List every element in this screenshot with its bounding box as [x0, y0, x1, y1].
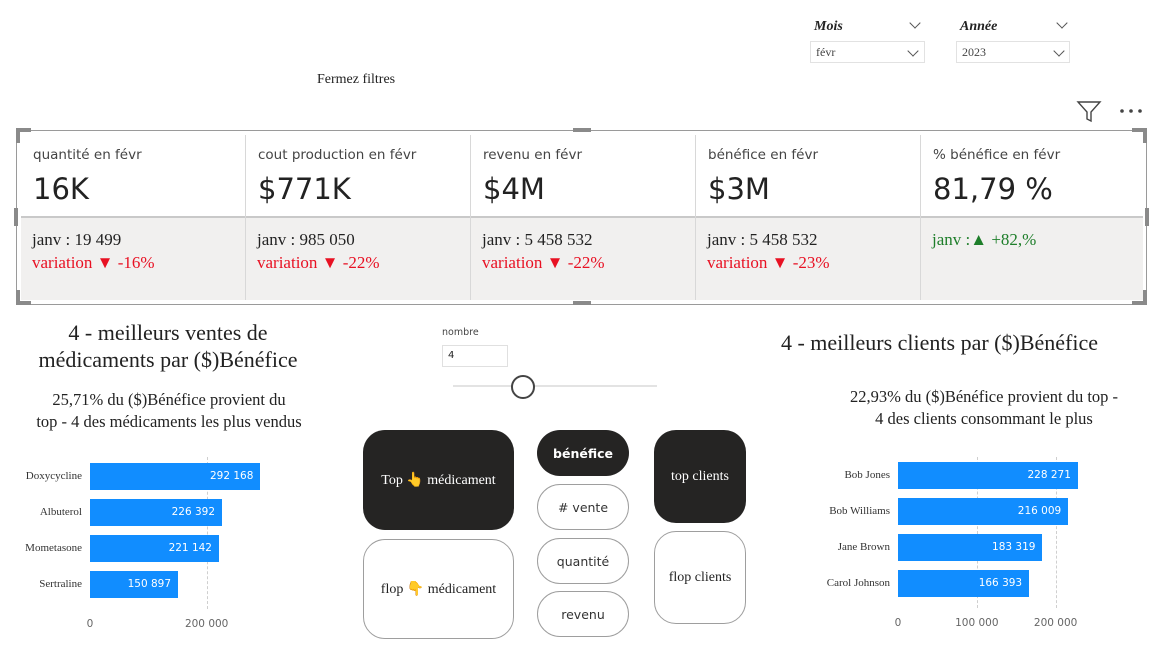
- kpi-label: revenu en févr: [483, 147, 583, 163]
- nombre-slider-track[interactable]: [453, 385, 657, 387]
- kpi-previous-value: janv : 985 050: [257, 230, 355, 249]
- kpi-variation: variation ▼ -22%: [482, 253, 605, 272]
- kpi-card-revenue: revenu en févr $4M janv : 5 458 532 vari…: [471, 135, 696, 300]
- metric-benefice-button[interactable]: bénéfice: [537, 430, 629, 476]
- kpi-previous-value: janv :▲ +82,%: [932, 230, 1037, 249]
- resize-handle[interactable]: [1143, 128, 1147, 143]
- kpi-card-quantity: quantité en févr 16K janv : 19 499 varia…: [21, 135, 246, 300]
- kpi-label: cout production en févr: [258, 147, 417, 163]
- year-dropdown-value: 2023: [962, 45, 986, 59]
- metric-revenu-button[interactable]: revenu: [537, 591, 629, 637]
- top-clients-bar-chart: 0 100 000 200 000 Bob Jones 228 271 Bob Willi…: [790, 455, 1162, 640]
- category-label: Carol Johnson: [826, 577, 890, 589]
- resize-handle[interactable]: [573, 301, 591, 305]
- nombre-input[interactable]: 4: [442, 345, 508, 367]
- kpi-variation: variation ▼ -16%: [32, 253, 155, 272]
- kpi-value: 81,79 %: [933, 172, 1053, 206]
- month-dropdown[interactable]: févr: [810, 41, 925, 63]
- axis-tick-label: 200 000: [1033, 617, 1078, 629]
- axis-tick-label: 200 000: [184, 618, 229, 630]
- right-chart-subtitle: 22,93% du ($)Bénéfice provient du top - …: [800, 386, 1162, 430]
- left-chart-heading: 4 - meilleurs ventes de médicaments par …: [0, 319, 336, 373]
- nombre-label: nombre: [442, 327, 479, 338]
- year-slicer: Année 2023: [956, 14, 1070, 66]
- resize-handle[interactable]: [1143, 290, 1147, 305]
- axis-tick-label: 0: [86, 618, 94, 630]
- kpi-label: quantité en févr: [33, 147, 142, 163]
- chevron-down-icon[interactable]: [1056, 17, 1068, 29]
- right-sub-line1: 22,93% du ($)Bénéfice provient du top -: [849, 387, 1119, 406]
- right-chart-heading: 4 - meilleurs clients par ($)Bénéfice: [780, 330, 1099, 355]
- nombre-input-value: 4: [448, 350, 455, 361]
- left-sub-line2: top - 4 des médicaments les plus vendus: [36, 412, 302, 431]
- metric-quantite-button[interactable]: quantité: [537, 538, 629, 584]
- kpi-label: % bénéfice en févr: [933, 147, 1061, 163]
- kpi-comparison: janv :▲ +82,%: [921, 216, 1143, 300]
- kpi-value: $3M: [708, 172, 770, 206]
- chevron-down-icon[interactable]: [909, 17, 921, 29]
- chevron-down-icon: [907, 45, 919, 57]
- category-label: Sertraline: [39, 578, 82, 590]
- filter-icon[interactable]: [1076, 100, 1102, 124]
- bar-value-label: 226 392: [171, 506, 216, 518]
- category-label: Bob Williams: [829, 505, 890, 517]
- right-sub-line2: 4 des clients consommant le plus: [875, 409, 1093, 428]
- resize-handle[interactable]: [16, 128, 20, 143]
- bar-value-label: 292 168: [210, 470, 254, 482]
- resize-handle[interactable]: [14, 208, 18, 226]
- bar-value-label: 183 319: [992, 541, 1036, 553]
- kpi-comparison: janv : 5 458 532 variation ▼ -23%: [696, 216, 920, 300]
- category-label: Bob Jones: [844, 469, 890, 481]
- kpi-variation: variation ▼ -23%: [707, 253, 830, 272]
- bar-value-label: 150 897: [127, 578, 172, 590]
- left-heading-line2: médicaments par ($)Bénéfice: [38, 347, 298, 372]
- close-filters-button[interactable]: Fermez filtres: [317, 72, 395, 88]
- month-dropdown-value: févr: [816, 45, 836, 59]
- kpi-label: bénéfice en févr: [708, 147, 819, 163]
- left-sub-line1: 25,71% du ($)Bénéfice provient du: [52, 390, 286, 409]
- kpi-comparison: janv : 19 499 variation ▼ -16%: [21, 216, 245, 300]
- bar-value-label: 221 142: [168, 542, 212, 554]
- kpi-comparison: janv : 985 050 variation ▼ -22%: [246, 216, 470, 300]
- category-label: Doxycycline: [25, 470, 82, 482]
- kpi-previous-value: janv : 19 499: [32, 230, 122, 249]
- chevron-down-icon: [1053, 45, 1065, 57]
- top-medicaments-bar-chart: 0 200 000 Doxycycline 292 168 Albuterol 226 3…: [0, 455, 340, 640]
- kpi-previous-value: janv : 5 458 532: [482, 230, 593, 249]
- axis-tick-label: 100 000: [955, 617, 999, 629]
- kpi-previous-value: janv : 5 458 532: [707, 230, 818, 249]
- kpi-variation: variation ▼ -22%: [257, 253, 380, 272]
- month-slicer-title: Mois: [814, 19, 843, 34]
- kpi-card-production-cost: cout production en févr $771K janv : 985…: [246, 135, 471, 300]
- top-clients-button[interactable]: top clients: [654, 430, 746, 523]
- resize-handle[interactable]: [573, 128, 591, 132]
- year-dropdown[interactable]: 2023: [956, 41, 1070, 63]
- metric-vente-button[interactable]: # vente: [537, 484, 629, 530]
- kpi-value: $4M: [483, 172, 545, 206]
- category-label: Jane Brown: [837, 541, 890, 553]
- kpi-value: $771K: [258, 172, 351, 206]
- kpi-value: 16K: [33, 172, 89, 206]
- bar-value-label: 216 009: [1017, 505, 1062, 517]
- resize-handle[interactable]: [16, 290, 20, 305]
- kpi-card-profit-percent: % bénéfice en févr 81,79 % janv :▲ +82,%: [921, 135, 1143, 300]
- kpi-card-profit: bénéfice en févr $3M janv : 5 458 532 va…: [696, 135, 921, 300]
- category-label: Mometasone: [25, 542, 82, 554]
- month-slicer: Mois févr: [810, 14, 925, 66]
- flop-medicament-button[interactable]: flop 👇 médicament: [363, 539, 514, 639]
- left-heading-line1: 4 - meilleurs ventes de: [68, 320, 268, 345]
- axis-tick-label: 0: [894, 617, 902, 629]
- more-options-icon[interactable]: [1118, 104, 1146, 118]
- nombre-slider-thumb[interactable]: [511, 375, 535, 399]
- category-label: Albuterol: [39, 506, 82, 518]
- kpi-comparison: janv : 5 458 532 variation ▼ -22%: [471, 216, 695, 300]
- left-chart-subtitle: 25,71% du ($)Bénéfice provient du top - …: [0, 389, 338, 433]
- resize-handle[interactable]: [1145, 208, 1149, 226]
- top-medicament-button[interactable]: Top 👆 médicament: [363, 430, 514, 530]
- year-slicer-title: Année: [960, 19, 998, 34]
- bar-value-label: 228 271: [1027, 469, 1071, 481]
- flop-clients-button[interactable]: flop clients: [654, 531, 746, 624]
- bar-value-label: 166 393: [978, 577, 1023, 589]
